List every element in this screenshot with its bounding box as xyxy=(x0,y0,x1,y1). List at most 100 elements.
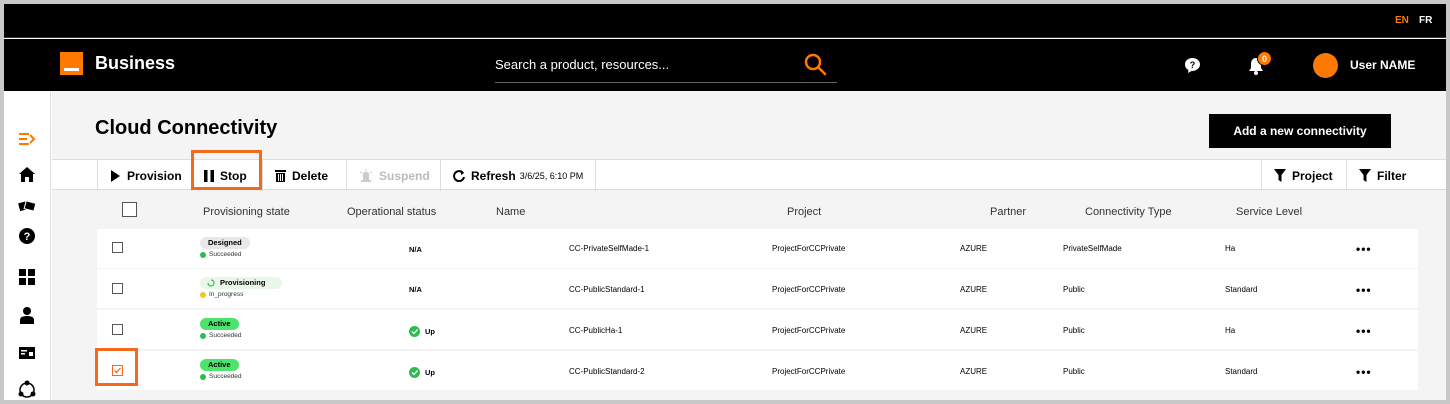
substate-label: Succeeded xyxy=(209,251,242,258)
table-row[interactable]: Provisioning In_progress N/A CC-PublicSt… xyxy=(97,269,1418,308)
provision-button[interactable]: Provision xyxy=(97,160,191,191)
more-actions-icon[interactable]: ••• xyxy=(1356,365,1372,379)
page-title: Cloud Connectivity xyxy=(95,117,278,139)
search-input[interactable] xyxy=(495,54,785,74)
check-circle-icon xyxy=(409,326,420,337)
cell-partner: AZURE xyxy=(960,326,988,335)
operational-status: Up xyxy=(409,326,435,337)
project-filter-button[interactable]: Project xyxy=(1261,160,1346,191)
success-dot-icon xyxy=(200,251,206,258)
refresh-icon xyxy=(453,169,465,182)
state-pill: Active xyxy=(200,318,239,330)
cell-project: ProjectForCCPrivate xyxy=(772,244,846,253)
network-icon[interactable] xyxy=(17,380,37,400)
success-dot-icon xyxy=(200,373,206,380)
lang-fr[interactable]: FR xyxy=(1419,15,1432,26)
sidebar: ? xyxy=(4,91,51,400)
cell-name[interactable]: CC-PublicStandard-2 xyxy=(569,367,645,376)
operational-status: N/A xyxy=(409,245,422,254)
cell-level: Standard xyxy=(1225,285,1258,294)
funnel-icon xyxy=(1274,169,1286,182)
app-window: EN FR Business ? 0 User NAME xyxy=(4,4,1446,400)
header-project[interactable]: Project xyxy=(787,206,821,218)
header-partner[interactable]: Partner xyxy=(990,206,1026,218)
cell-type: PrivateSelfMade xyxy=(1063,244,1122,253)
progress-dot-icon xyxy=(200,291,206,298)
suspend-button[interactable]: Suspend xyxy=(346,160,440,191)
tickets-icon[interactable] xyxy=(17,196,37,216)
more-actions-icon[interactable]: ••• xyxy=(1356,324,1372,338)
cell-type: Public xyxy=(1063,367,1085,376)
substate: Succeeded xyxy=(200,373,242,380)
billing-card-icon[interactable] xyxy=(17,343,37,363)
cell-type: Public xyxy=(1063,285,1085,294)
dashboard-grid-icon[interactable] xyxy=(17,267,37,287)
checkbox-highlight xyxy=(95,348,138,386)
row-checkbox[interactable] xyxy=(112,283,123,294)
cell-partner: AZURE xyxy=(960,367,988,376)
table-row[interactable]: Designed Succeeded N/A CC-PrivateSelfMad… xyxy=(97,229,1418,268)
cell-level: Ha xyxy=(1225,326,1236,335)
svg-text:?: ? xyxy=(1190,60,1196,70)
cell-level: Ha xyxy=(1225,244,1236,253)
table-row[interactable]: Active Succeeded Up CC-PublicHa-1 Projec… xyxy=(97,310,1418,349)
more-actions-icon[interactable]: ••• xyxy=(1356,242,1372,256)
svg-text:?: ? xyxy=(24,231,31,243)
cell-type: Public xyxy=(1063,326,1085,335)
header-provisioning-state[interactable]: Provisioning state xyxy=(203,206,290,218)
state-label: Provisioning xyxy=(220,278,266,287)
provision-label: Provision xyxy=(127,168,182,183)
state-pill: Provisioning xyxy=(200,277,282,289)
play-icon xyxy=(111,169,120,182)
main-header: Business ? 0 User NAME xyxy=(4,39,1446,91)
substate-label: Succeeded xyxy=(209,373,242,380)
help-chat-icon[interactable]: ? xyxy=(1184,57,1201,74)
suspend-label: Suspend xyxy=(379,168,430,183)
substate: Succeeded xyxy=(200,332,242,339)
cell-level: Standard xyxy=(1225,367,1258,376)
user-name[interactable]: User NAME xyxy=(1350,58,1415,72)
collapse-menu-icon[interactable] xyxy=(17,129,37,149)
cell-project: ProjectForCCPrivate xyxy=(772,367,846,376)
funnel-icon xyxy=(1359,169,1371,182)
refresh-button[interactable]: Refresh 3/6/25, 6:10 PM xyxy=(440,160,596,191)
utility-bar: EN FR xyxy=(4,4,1446,38)
select-all-checkbox[interactable] xyxy=(122,202,137,217)
help-icon[interactable]: ? xyxy=(17,227,37,247)
cell-project: ProjectForCCPrivate xyxy=(772,326,846,335)
substate: In_progress xyxy=(200,291,243,298)
avatar[interactable] xyxy=(1313,53,1338,78)
cell-name[interactable]: CC-PublicStandard-1 xyxy=(569,285,645,294)
user-icon[interactable] xyxy=(17,305,37,325)
cell-name[interactable]: CC-PublicHa-1 xyxy=(569,326,622,335)
lang-en[interactable]: EN xyxy=(1395,15,1409,26)
suspend-light-icon xyxy=(359,169,373,182)
search-icon[interactable] xyxy=(803,52,827,76)
brand-title[interactable]: Business xyxy=(95,53,175,74)
success-dot-icon xyxy=(200,332,206,339)
stop-highlight xyxy=(191,150,262,190)
row-checkbox[interactable] xyxy=(112,324,123,335)
project-label: Project xyxy=(1292,168,1333,183)
more-actions-icon[interactable]: ••• xyxy=(1356,283,1372,297)
filter-button[interactable]: Filter xyxy=(1346,160,1446,191)
delete-button[interactable]: Delete xyxy=(262,160,346,191)
orange-logo[interactable] xyxy=(60,52,83,75)
check-circle-icon xyxy=(409,367,420,378)
table-row[interactable]: Active Succeeded Up CC-PublicStandard-2 … xyxy=(97,351,1418,390)
header-operational-status[interactable]: Operational status xyxy=(347,206,436,218)
home-icon[interactable] xyxy=(17,165,37,185)
header-name[interactable]: Name xyxy=(496,206,525,218)
operational-status: Up xyxy=(409,367,435,378)
substate-label: Succeeded xyxy=(209,332,242,339)
refresh-label: Refresh xyxy=(471,168,516,183)
cell-name[interactable]: CC-PrivateSelfMade-1 xyxy=(569,244,649,253)
substate-label: In_progress xyxy=(209,291,244,298)
state-pill: Active xyxy=(200,359,239,371)
op-label: N/A xyxy=(409,245,422,254)
refresh-timestamp: 3/6/25, 6:10 PM xyxy=(519,170,584,181)
row-checkbox[interactable] xyxy=(112,242,123,253)
header-connectivity-type[interactable]: Connectivity Type xyxy=(1085,206,1172,218)
add-connectivity-button[interactable]: Add a new connectivity xyxy=(1209,114,1391,148)
header-service-level[interactable]: Service Level xyxy=(1236,206,1302,218)
